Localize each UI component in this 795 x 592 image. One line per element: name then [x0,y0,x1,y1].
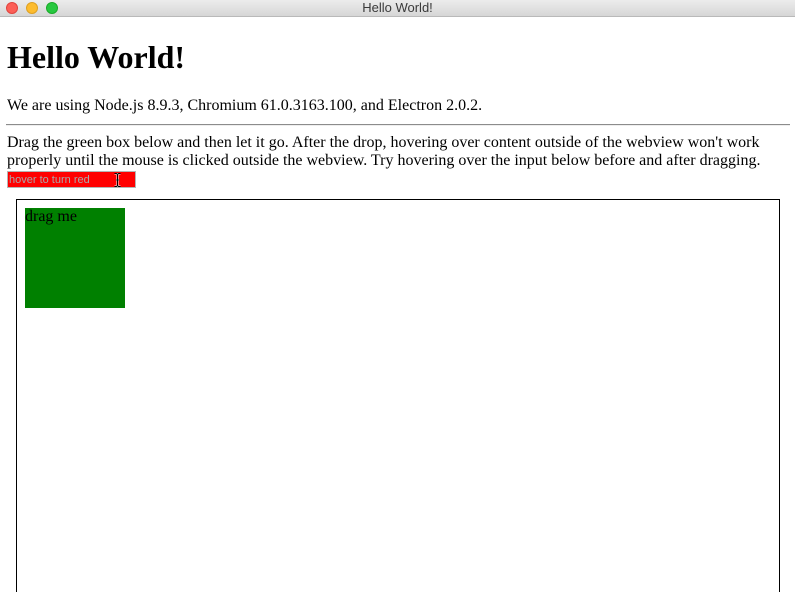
instructions-text: Drag the green box below and then let it… [7,134,761,169]
i-beam-cursor-icon [114,173,121,187]
versions-text: We are using Node.js 8.9.3, Chromium 61.… [7,97,483,114]
horizontal-rule [6,124,790,126]
drag-box[interactable]: drag me [25,208,125,308]
app-window: Hello World! Hello World! We are using N… [0,0,795,592]
webview-frame[interactable]: drag me [16,199,780,592]
window-title: Hello World! [362,0,433,15]
title-bar[interactable]: Hello World! [0,0,795,17]
page-content: Hello World! We are using Node.js 8.9.3,… [0,17,795,592]
page-heading: Hello World! [7,39,186,75]
drag-box-label: drag me [25,208,77,225]
